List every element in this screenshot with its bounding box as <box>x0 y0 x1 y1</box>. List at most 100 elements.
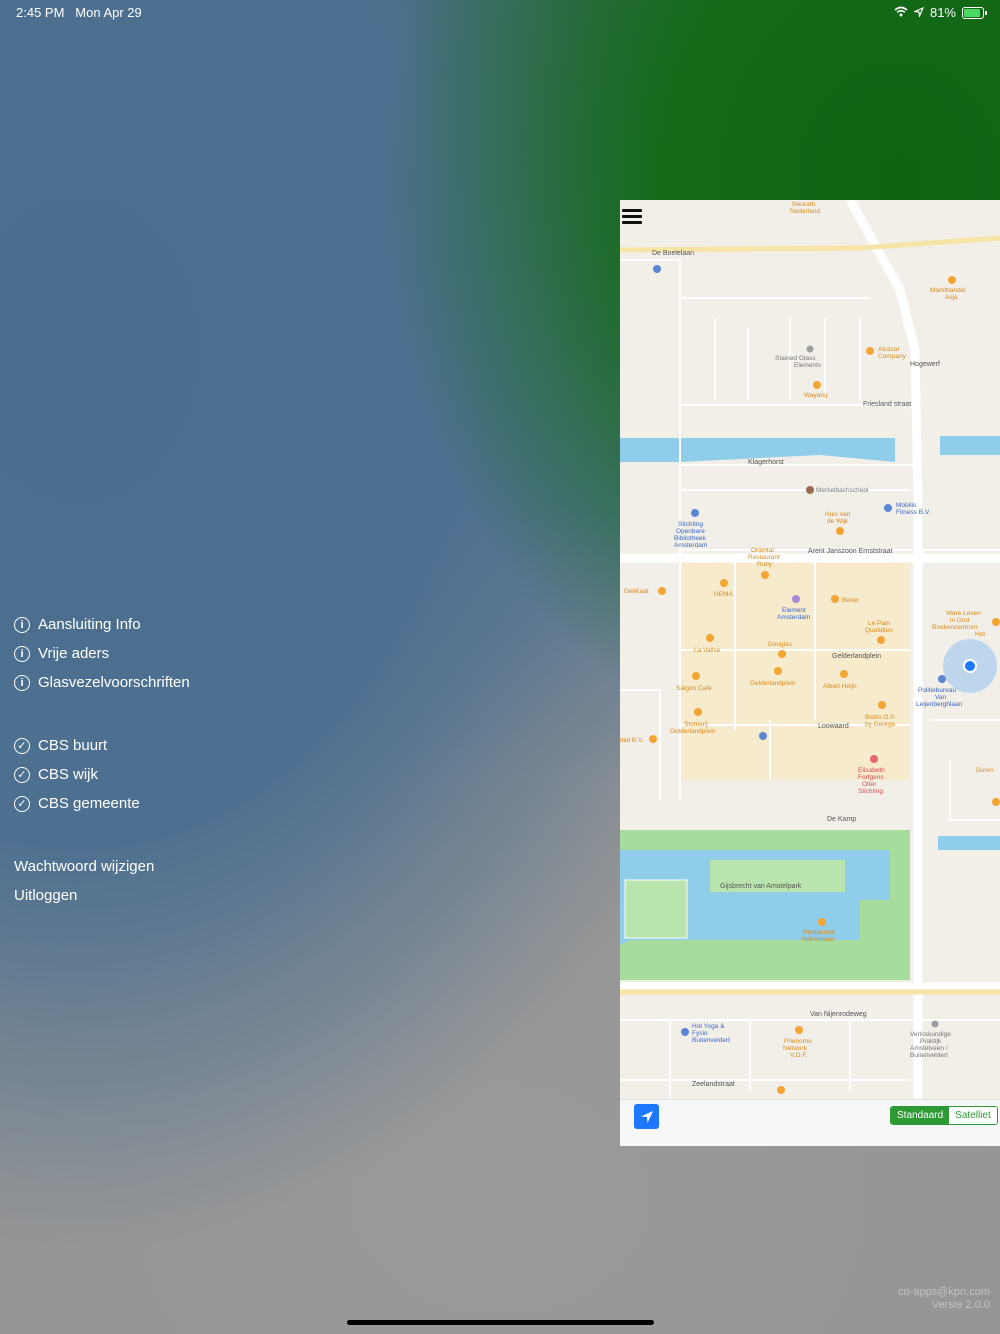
info-circle-icon: i <box>14 674 30 691</box>
menu-item-label: CBS gemeente <box>38 795 140 812</box>
svg-text:Arent Janszoon Ernststraat: Arent Janszoon Ernststraat <box>808 548 892 555</box>
svg-text:Restaurant: Restaurant <box>803 929 835 936</box>
svg-text:Saigon Cafe: Saigon Cafe <box>676 685 712 692</box>
svg-text:Bever: Bever <box>842 597 860 604</box>
svg-text:Network: Network <box>783 1045 808 1052</box>
svg-text:Phenome: Phenome <box>784 1038 812 1045</box>
side-menu: i Aansluiting Info i Vrije aders i Glasv… <box>14 610 190 910</box>
svg-text:De Boelelaan: De Boelelaan <box>652 250 694 257</box>
wifi-icon <box>894 5 908 20</box>
svg-text:Leijenberghlaan: Leijenberghlaan <box>916 701 963 708</box>
svg-text:Elements: Elements <box>794 362 822 369</box>
svg-text:Albert Heijn: Albert Heijn <box>823 683 857 690</box>
svg-text:Amsterdam: Amsterdam <box>674 542 707 549</box>
svg-text:Mobilis: Mobilis <box>896 502 917 509</box>
svg-text:V.O.F.: V.O.F. <box>790 1052 808 1059</box>
svg-text:Bistro O.P.: Bistro O.P. <box>865 714 896 721</box>
battery-icon <box>962 6 987 19</box>
svg-text:Fortgens: Fortgens <box>858 774 884 781</box>
svg-text:Halvemaan: Halvemaan <box>802 936 835 943</box>
svg-text:Douglas: Douglas <box>768 641 793 648</box>
svg-text:Het: Het <box>975 631 985 638</box>
svg-text:Stichting: Stichting <box>858 788 883 795</box>
svg-text:Duren: Duren <box>976 767 994 774</box>
svg-text:Merkelbachschool: Merkelbachschool <box>816 487 869 494</box>
svg-text:Company: Company <box>878 353 907 360</box>
check-circle-icon: ✓ <box>14 795 30 812</box>
svg-text:Buitenveldert: Buitenveldert <box>910 1052 948 1059</box>
app-footer: co-apps@kpn.com Versie 2.0.0 <box>898 1286 990 1312</box>
check-circle-icon: ✓ <box>14 737 30 754</box>
svg-text:Alcazar: Alcazar <box>878 346 901 353</box>
check-circle-icon: ✓ <box>14 766 30 783</box>
svg-text:La Vallse: La Vallse <box>694 647 721 654</box>
svg-text:Politiebureau: Politiebureau <box>918 687 956 694</box>
menu-item-aansluiting-info[interactable]: i Aansluiting Info <box>14 610 190 639</box>
svg-text:Ware Leven: Ware Leven <box>946 610 981 617</box>
app-version: Versie 2.0.0 <box>931 1299 990 1311</box>
svg-text:Le Pain: Le Pain <box>868 620 890 627</box>
svg-text:Gijsbrecht van Amstelpark: Gijsbrecht van Amstelpark <box>720 883 802 890</box>
svg-text:Verloskundige: Verloskundige <box>910 1031 951 1038</box>
menu-item-label: Vrije aders <box>38 645 110 662</box>
svg-text:Markthandel: Markthandel <box>930 287 966 294</box>
svg-text:Buitenveldert: Buitenveldert <box>692 1037 730 1044</box>
map-toolbar: Standaard Satelliet <box>620 1099 1000 1146</box>
svg-text:Restaurant: Restaurant <box>748 554 780 561</box>
svg-text:DeliKaat: DeliKaat <box>624 588 649 595</box>
menu-item-cbs-wijk[interactable]: ✓ CBS wijk <box>14 760 190 789</box>
map-view[interactable]: De Boelelaan Hogewerf Friesland straat K… <box>620 200 1000 1100</box>
menu-item-cbs-gemeente[interactable]: ✓ CBS gemeente <box>14 789 190 818</box>
svg-text:Boekencentrum: Boekencentrum <box>932 624 978 631</box>
logout-link[interactable]: Uitloggen <box>14 881 190 910</box>
svg-text:Wayang: Wayang <box>804 392 828 399</box>
svg-text:Ruby: Ruby <box>757 561 773 568</box>
info-circle-icon: i <box>14 616 30 633</box>
menu-item-glasvezelvoorschriften[interactable]: i Glasvezelvoorschriften <box>14 668 190 697</box>
svg-text:Loowaard: Loowaard <box>818 723 849 730</box>
hamburger-menu-icon[interactable] <box>622 209 642 225</box>
svg-text:didi B.V.: didi B.V. <box>620 737 644 744</box>
svg-text:Amstelveen /: Amstelveen / <box>910 1045 948 1052</box>
svg-text:Gelderlandplein: Gelderlandplein <box>750 680 796 687</box>
svg-text:Fitness B.V.: Fitness B.V. <box>896 509 931 516</box>
map-type-satellite[interactable]: Satelliet <box>949 1107 997 1124</box>
status-time: 2:45 PM Mon Apr 29 <box>16 5 142 20</box>
status-right: 81% <box>894 5 987 20</box>
svg-text:Element: Element <box>782 607 806 614</box>
svg-text:Quotidien: Quotidien <box>865 627 893 634</box>
menu-item-label: Glasvezelvoorschriften <box>38 674 190 691</box>
svg-text:Van Nijenrodeweg: Van Nijenrodeweg <box>810 1011 867 1018</box>
map-type-selector: Standaard Satelliet <box>890 1106 998 1125</box>
svg-text:Bibliotheek: Bibliotheek <box>674 535 707 542</box>
svg-text:Hogewerf: Hogewerf <box>910 361 940 368</box>
home-indicator[interactable] <box>347 1320 654 1325</box>
change-password-link[interactable]: Wachtwoord wijzigen <box>14 852 190 881</box>
menu-item-label: Aansluiting Info <box>38 616 141 633</box>
svg-text:Huis van: Huis van <box>825 511 851 518</box>
svg-text:Asja: Asja <box>945 294 958 301</box>
svg-text:Praktijk: Praktijk <box>920 1038 942 1045</box>
svg-text:De Kamp: De Kamp <box>827 816 856 823</box>
svg-text:Elisabeth: Elisabeth <box>858 767 885 774</box>
svg-text:HEMA: HEMA <box>714 591 733 598</box>
menu-item-vrije-aders[interactable]: i Vrije aders <box>14 639 190 668</box>
svg-text:Hot Yoga &: Hot Yoga & <box>692 1023 725 1030</box>
svg-text:Van: Van <box>935 694 946 701</box>
svg-text:Otter: Otter <box>862 781 877 788</box>
location-arrow-icon <box>912 5 925 20</box>
menu-item-label: CBS wijk <box>38 766 99 783</box>
svg-text:Oriental: Oriental <box>751 547 774 554</box>
svg-text:Gelderlandplein: Gelderlandplein <box>832 653 881 660</box>
svg-text:Openbare: Openbare <box>676 528 705 535</box>
info-circle-icon: i <box>14 645 30 662</box>
svg-text:Nederland: Nederland <box>790 208 820 215</box>
status-bar: 2:45 PM Mon Apr 29 81% <box>0 0 1000 24</box>
svg-text:Amsterdam: Amsterdam <box>777 614 810 621</box>
menu-item-cbs-buurt[interactable]: ✓ CBS buurt <box>14 731 190 760</box>
svg-text:de Wijk: de Wijk <box>827 518 849 525</box>
locate-me-button[interactable] <box>634 1104 659 1129</box>
svg-text:Klagerhorst: Klagerhorst <box>748 459 784 466</box>
map-type-standard[interactable]: Standaard <box>891 1107 950 1124</box>
battery-percentage: 81% <box>929 5 956 20</box>
